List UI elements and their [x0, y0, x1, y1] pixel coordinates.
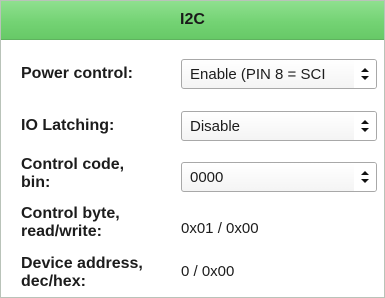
control-byte-label: Control byte, read/write:	[21, 205, 120, 241]
control-code-label-line2: bin:	[21, 174, 51, 191]
control-code-value: 0000	[190, 168, 224, 186]
device-address-label-line2: dec/hex:	[21, 273, 86, 290]
panel-title: I2C	[180, 11, 205, 28]
i2c-panel: I2C Power control: Enable (PIN 8 = SCI I…	[0, 0, 385, 298]
up-down-chevron-icon	[354, 163, 376, 191]
up-down-chevron-icon	[354, 112, 376, 140]
io-latching-select[interactable]: Disable	[181, 111, 377, 141]
control-code-label-line1: Control code,	[21, 156, 125, 173]
power-control-label: Power control:	[21, 65, 134, 82]
control-byte-label-line1: Control byte,	[21, 205, 120, 222]
control-byte-label-line2: read/write:	[21, 223, 102, 240]
device-address-label-line1: Device address,	[21, 255, 143, 272]
up-down-chevron-icon	[354, 60, 376, 88]
control-code-select[interactable]: 0000	[181, 162, 377, 192]
io-latching-label: IO Latching:	[21, 117, 115, 134]
panel-header: I2C	[1, 1, 384, 40]
device-address-label: Device address, dec/hex:	[21, 255, 143, 291]
io-latching-value: Disable	[190, 117, 241, 135]
device-address-value: 0 / 0x00	[181, 263, 235, 280]
control-byte-value: 0x01 / 0x00	[181, 220, 259, 237]
control-code-label: Control code, bin:	[21, 156, 124, 192]
power-control-select[interactable]: Enable (PIN 8 = SCI	[181, 59, 377, 89]
power-control-value: Enable (PIN 8 = SCI	[190, 65, 326, 83]
